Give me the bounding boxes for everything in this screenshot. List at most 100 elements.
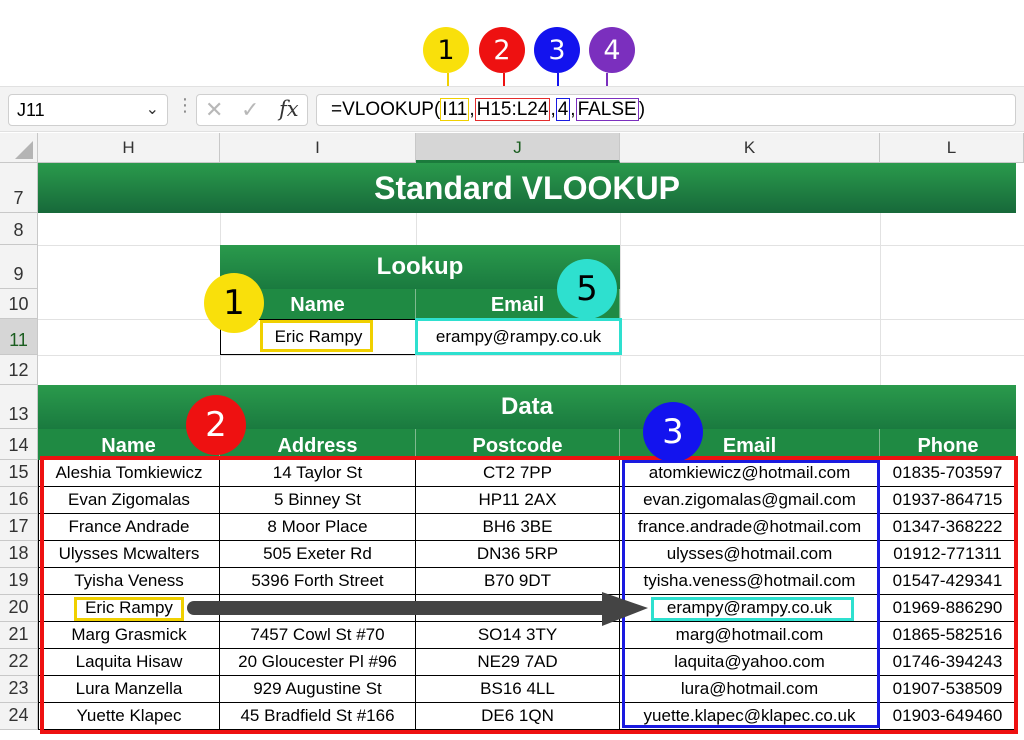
data-cell-email[interactable]: evan.zigomalas@gmail.com (620, 487, 880, 514)
data-cell-postcode[interactable]: DN36 5RP (416, 541, 620, 568)
formula-input[interactable]: =VLOOKUP(I11, H15:L24, 4, FALSE) (316, 94, 1016, 126)
data-cell-phone[interactable]: 01969-886290 (880, 595, 1016, 622)
row-header-20[interactable]: 20 (0, 595, 38, 622)
data-cell-name[interactable]: Ulysses Mcwalters (38, 541, 220, 568)
data-cell-postcode[interactable]: HP11 2AX (416, 487, 620, 514)
insert-function-icon[interactable]: fx (279, 97, 299, 121)
data-cell-address[interactable]: 8 Moor Place (220, 514, 416, 541)
data-cell-name[interactable]: Evan Zigomalas (38, 487, 220, 514)
data-header-phone[interactable]: Phone (880, 429, 1016, 460)
data-cell-name[interactable]: Yuette Klapec (38, 703, 220, 730)
data-cell-name[interactable]: France Andrade (38, 514, 220, 541)
data-cell-postcode[interactable]: BH6 3BE (416, 514, 620, 541)
row-header-24[interactable]: 24 (0, 703, 38, 730)
data-cell-name[interactable]: Aleshia Tomkiewicz (38, 460, 220, 487)
data-cell-address[interactable]: 505 Exeter Rd (220, 541, 416, 568)
data-cell-email[interactable]: ulysses@hotmail.com (620, 541, 880, 568)
column-header-i[interactable]: I (220, 133, 416, 163)
column-header-k[interactable]: K (620, 133, 880, 163)
confirm-check-icon[interactable]: ✓ (241, 97, 259, 123)
row-header-16[interactable]: 16 (0, 487, 38, 514)
data-cell-email[interactable]: france.andrade@hotmail.com (620, 514, 880, 541)
data-header-postcode[interactable]: Postcode (416, 429, 620, 460)
data-cell-phone[interactable]: 01907-538509 (880, 676, 1016, 703)
data-cell-value: erampy@rampy.co.uk (666, 598, 833, 617)
data-cell-value: 01547-429341 (892, 571, 1003, 590)
row-header-22[interactable]: 22 (0, 649, 38, 676)
chevron-down-icon[interactable]: ⌄ (146, 95, 159, 125)
data-cell-address[interactable]: 5 Binney St (220, 487, 416, 514)
data-cell-email[interactable]: atomkiewicz@hotmail.com (620, 460, 880, 487)
column-header-h[interactable]: H (38, 133, 220, 163)
row-header-23[interactable]: 23 (0, 676, 38, 703)
data-cell-value: ulysses@hotmail.com (666, 544, 833, 563)
data-cell-value: marg@hotmail.com (675, 625, 824, 644)
gridline (620, 213, 621, 385)
callout-label: 3 (662, 412, 684, 452)
callout-2-sheet: 2 (186, 395, 246, 455)
data-cell-phone[interactable]: 01903-649460 (880, 703, 1016, 730)
data-cell-value: BS16 4LL (480, 679, 555, 698)
data-cell-postcode[interactable]: DE6 1QN (416, 703, 620, 730)
data-cell-phone[interactable]: 01547-429341 (880, 568, 1016, 595)
row-header-17[interactable]: 17 (0, 514, 38, 541)
data-cell-value: Aleshia Tomkiewicz (55, 463, 203, 482)
data-cell-postcode[interactable]: BS16 4LL (416, 676, 620, 703)
row-header-21[interactable]: 21 (0, 622, 38, 649)
data-cell-value: evan.zigomalas@gmail.com (643, 490, 856, 509)
callout-label: 1 (437, 34, 455, 66)
column-header-j[interactable]: J (416, 133, 620, 163)
data-cell-postcode[interactable]: NE29 7AD (416, 649, 620, 676)
data-cell-address[interactable]: 45 Bradfield St #166 (220, 703, 416, 730)
callout-label: 5 (576, 269, 598, 309)
name-box[interactable]: J11 ⌄ (8, 94, 168, 126)
data-cell-phone[interactable]: 01835-703597 (880, 460, 1016, 487)
formula-arg-lookup-value: I11 (440, 98, 470, 121)
data-cell-email[interactable]: lura@hotmail.com (620, 676, 880, 703)
data-cell-value: lura@hotmail.com (680, 679, 819, 698)
row-header-14[interactable]: 14 (0, 429, 38, 460)
data-cell-phone[interactable]: 01937-864715 (880, 487, 1016, 514)
data-cell-phone[interactable]: 01912-771311 (880, 541, 1016, 568)
row-header-9[interactable]: 9 (0, 245, 38, 289)
row-header-15[interactable]: 15 (0, 460, 38, 487)
formula-sep: , (469, 99, 475, 120)
callout-4-top: 4 (589, 27, 635, 73)
data-heading[interactable]: Data (38, 385, 1016, 429)
lookup-arrow-icon (187, 592, 648, 626)
data-cell-email[interactable]: tyisha.veness@hotmail.com (620, 568, 880, 595)
formula-controls: ✕ ✓ fx (196, 94, 308, 126)
data-cell-email[interactable]: yuette.klapec@klapec.co.uk (620, 703, 880, 730)
data-cell-phone[interactable]: 01347-368222 (880, 514, 1016, 541)
select-all-corner[interactable] (0, 133, 38, 163)
row-header-10[interactable]: 10 (0, 289, 38, 319)
lookup-email-cell[interactable]: erampy@rampy.co.uk (416, 319, 621, 355)
sheet-title[interactable]: Standard VLOOKUP (38, 163, 1016, 213)
row-header-13[interactable]: 13 (0, 385, 38, 429)
data-cell-name[interactable]: Lura Manzella (38, 676, 220, 703)
data-cell-phone[interactable]: 01746-394243 (880, 649, 1016, 676)
data-cell-value: laquita@yahoo.com (674, 652, 825, 671)
column-header-l[interactable]: L (880, 133, 1024, 163)
row-header-7[interactable]: 7 (0, 163, 38, 213)
data-cell-value: 01746-394243 (892, 652, 1003, 671)
data-cell-value: CT2 7PP (483, 463, 552, 482)
row-header-8[interactable]: 8 (0, 213, 38, 245)
data-cell-value: tyisha.veness@hotmail.com (643, 571, 856, 590)
data-cell-email[interactable]: erampy@rampy.co.uk (620, 595, 880, 622)
data-cell-email[interactable]: laquita@yahoo.com (620, 649, 880, 676)
data-cell-address[interactable]: 929 Augustine St (220, 676, 416, 703)
row-header-18[interactable]: 18 (0, 541, 38, 568)
data-cell-address[interactable]: 14 Taylor St (220, 460, 416, 487)
data-cell-email[interactable]: marg@hotmail.com (620, 622, 880, 649)
data-cell-name[interactable]: Laquita Hisaw (38, 649, 220, 676)
data-cell-phone[interactable]: 01865-582516 (880, 622, 1016, 649)
row-header-19[interactable]: 19 (0, 568, 38, 595)
cancel-icon[interactable]: ✕ (205, 97, 223, 123)
data-header-address[interactable]: Address (220, 429, 416, 460)
row-header-11[interactable]: 11 (0, 319, 38, 355)
data-cell-address[interactable]: 20 Gloucester Pl #96 (220, 649, 416, 676)
callout-3-sheet: 3 (643, 402, 703, 462)
row-header-12[interactable]: 12 (0, 355, 38, 385)
data-cell-postcode[interactable]: CT2 7PP (416, 460, 620, 487)
